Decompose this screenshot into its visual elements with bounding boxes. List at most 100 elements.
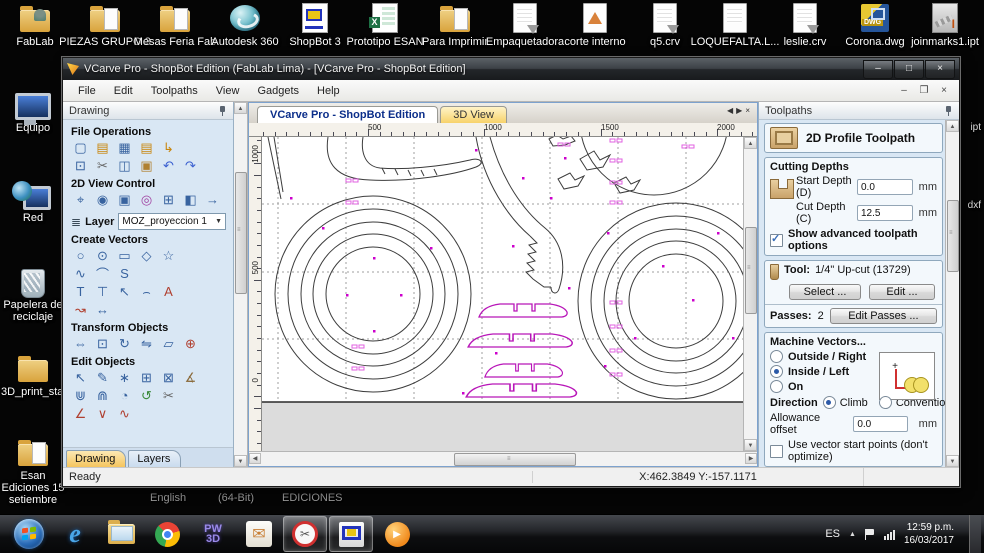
media-player-button[interactable]: ▶ xyxy=(375,516,419,552)
tab-layers[interactable]: Layers xyxy=(128,450,181,467)
rotate-selection-icon[interactable]: ↻ xyxy=(115,335,134,352)
dimension-icon[interactable]: ↔ xyxy=(93,301,112,318)
desktop-icon-prototipo-esan[interactable]: Prototipo ESAN xyxy=(350,2,420,48)
scroll-down-arrow[interactable]: ▼ xyxy=(744,439,757,451)
text-on-curve-icon[interactable]: ⌢ xyxy=(137,283,156,300)
conventional-radio[interactable] xyxy=(879,396,892,409)
switch-3d-view-icon[interactable]: → xyxy=(203,191,222,208)
scroll-down-arrow[interactable]: ▼ xyxy=(234,455,247,467)
menu-gadgets[interactable]: Gadgets xyxy=(248,82,308,100)
select-all-icon[interactable]: ⊡ xyxy=(71,157,90,174)
desktop-icon-empaquetadora[interactable]: Empaquetadora xyxy=(490,2,560,48)
weld-vectors-icon[interactable]: ⋓ xyxy=(71,387,90,404)
open-file-icon[interactable]: ▤ xyxy=(93,139,112,156)
tile-windows-icon[interactable]: ◧ xyxy=(181,191,200,208)
vcarve-file-button[interactable]: ✉ xyxy=(237,516,281,552)
on-radio[interactable] xyxy=(770,380,783,393)
canvas-vertical-scrollbar[interactable]: ▲ ≡ ▼ xyxy=(743,137,757,451)
trim-vectors-icon[interactable]: ◔ xyxy=(115,387,134,404)
clock[interactable]: 12:59 p.m. 16/03/2017 xyxy=(904,521,954,547)
scroll-up-arrow[interactable]: ▲ xyxy=(946,120,959,132)
tab-2d-view[interactable]: VCarve Pro - ShopBot Edition xyxy=(257,106,438,123)
draw-rectangle-icon[interactable]: ▭ xyxy=(115,247,134,264)
pin-icon[interactable] xyxy=(944,106,953,116)
partworks-3d-button[interactable]: PW3D xyxy=(191,516,235,552)
redo-icon[interactable]: ↷ xyxy=(181,157,200,174)
cut-depth-field[interactable]: 12.5 xyxy=(857,205,913,221)
draw-circle-icon[interactable]: ○ xyxy=(71,247,90,264)
tab-next-arrow[interactable]: ▶ xyxy=(736,106,745,115)
canvas-horizontal-scrollbar[interactable]: ◀ ≡ ▶ xyxy=(249,451,757,466)
paste-icon[interactable]: ▣ xyxy=(137,157,156,174)
vector-start-points-checkbox[interactable] xyxy=(770,445,783,458)
zoom-box-icon[interactable]: ▣ xyxy=(115,191,134,208)
scrollbar-thumb[interactable] xyxy=(235,172,247,294)
desktop-icon-q5-crv[interactable]: q5.crv xyxy=(630,2,700,48)
copy-icon[interactable]: ◫ xyxy=(115,157,134,174)
advanced-options-checkbox[interactable] xyxy=(770,234,783,247)
tab-drawing[interactable]: Drawing xyxy=(66,450,126,467)
mirror-selection-icon[interactable]: ⇋ xyxy=(137,335,156,352)
measure-tool-icon[interactable]: ∡ xyxy=(181,369,200,386)
cut-program-button[interactable]: ✂ xyxy=(283,516,327,552)
toolpaths-scrollbar[interactable]: ▲ ≡ ▼ xyxy=(945,120,959,467)
undo-icon[interactable]: ↶ xyxy=(159,157,178,174)
ungroup-objects-icon[interactable]: ⊠ xyxy=(159,369,178,386)
mdi-restore-button[interactable]: ❐ xyxy=(917,85,931,96)
mdi-close-button[interactable]: × xyxy=(937,85,951,96)
interactive-move-icon[interactable]: ∗ xyxy=(115,369,134,386)
desktop-icon-equipo[interactable]: Equipo xyxy=(0,88,66,134)
distort-object-icon[interactable]: ▱ xyxy=(159,335,178,352)
draw-text-box-icon[interactable]: ⊤ xyxy=(93,283,112,300)
edit-text-spacing-icon[interactable]: ↖ xyxy=(115,283,134,300)
draw-polygon-icon[interactable]: ◇ xyxy=(137,247,156,264)
draw-curve-icon[interactable]: S xyxy=(115,265,134,282)
save-file-icon[interactable]: ▦ xyxy=(115,139,134,156)
internet-explorer-button[interactable]: e xyxy=(53,516,97,552)
cut-object-icon[interactable]: ✂ xyxy=(159,387,178,404)
fillet-tool-icon[interactable]: ∠ xyxy=(71,405,90,422)
fit-curves-icon[interactable]: ∿ xyxy=(115,405,134,422)
allowance-offset-field[interactable]: 0.0 xyxy=(853,416,907,432)
select-objects-icon[interactable]: ↖ xyxy=(71,369,90,386)
desktop-icon-para-imprimir[interactable]: Para Imprimir xyxy=(420,2,490,48)
scroll-down-arrow[interactable]: ▼ xyxy=(946,455,959,467)
cut-icon[interactable]: ✂ xyxy=(93,157,112,174)
layer-dropdown[interactable]: MOZ_proyeccion 1 ▼ xyxy=(118,213,226,230)
network-signal-icon[interactable] xyxy=(884,529,895,540)
shopbot-control-button[interactable] xyxy=(329,516,373,552)
menu-toolpaths[interactable]: Toolpaths xyxy=(142,82,207,100)
desktop-icon-loquefalta-l[interactable]: LOQUEFALTA.L... xyxy=(700,2,770,48)
draw-polyline-icon[interactable]: ∿ xyxy=(71,265,90,282)
desktop-icon-red[interactable]: Red xyxy=(0,178,66,224)
hidden-icons-arrow[interactable]: ▲ xyxy=(849,531,856,538)
tab-close-icon[interactable]: × xyxy=(745,106,753,115)
climb-radio[interactable] xyxy=(823,396,836,409)
tool-select-button[interactable]: Select ... xyxy=(789,284,861,300)
drawing-canvas[interactable] xyxy=(262,137,743,451)
node-editing-icon[interactable]: ✎ xyxy=(93,369,112,386)
desktop-icon-esan-ediciones-15-setiembre[interactable]: Esan Ediciones 15 setiembre xyxy=(0,436,66,506)
tool-edit-button[interactable]: Edit ... xyxy=(869,284,935,300)
desktop-icon-piezas-grupo-3[interactable]: PIEZAS GRUPO 3 xyxy=(70,2,140,48)
pan-view-icon[interactable]: ⌖ xyxy=(71,191,90,208)
title-bar[interactable]: VCarve Pro - ShopBot Edition (FabLab Lim… xyxy=(63,58,959,80)
desktop-icon-shopbot-3[interactable]: ShopBot 3 xyxy=(280,2,350,48)
menu-view[interactable]: View xyxy=(207,82,249,100)
drawing-panel-scrollbar[interactable]: ▲ ≡ ▼ xyxy=(234,102,248,467)
edit-passes-button[interactable]: Edit Passes ... xyxy=(830,308,937,324)
desktop-icon-mesas-feria-fab[interactable]: Mesas Feria Fab xyxy=(140,2,210,48)
set-size-icon[interactable]: ⊡ xyxy=(93,335,112,352)
scroll-right-arrow[interactable]: ▶ xyxy=(745,453,757,464)
move-selection-icon[interactable]: ⇔ xyxy=(71,335,90,352)
tab-prev-arrow[interactable]: ◀ xyxy=(727,106,736,115)
desktop-icon-3d-print-statio[interactable]: 3D_print_statio... xyxy=(0,352,66,398)
scrollbar-thumb[interactable] xyxy=(947,200,959,272)
zoom-interactive-icon[interactable]: ◉ xyxy=(93,191,112,208)
group-objects-icon[interactable]: ⊞ xyxy=(137,369,156,386)
minimize-button[interactable]: – xyxy=(863,60,893,79)
inside-left-radio[interactable] xyxy=(770,365,783,378)
desktop-icon-leslie-crv[interactable]: leslie.crv xyxy=(770,2,840,48)
zoom-extents-icon[interactable]: ⊞ xyxy=(159,191,178,208)
action-center-flag-icon[interactable] xyxy=(865,529,875,540)
